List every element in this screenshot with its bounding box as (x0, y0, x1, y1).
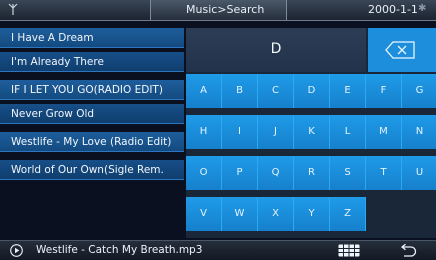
result-item[interactable]: I'm Already There (0, 52, 184, 72)
key-v[interactable]: V (186, 197, 222, 231)
key-e[interactable]: E (330, 74, 366, 108)
backspace-icon (385, 41, 415, 59)
key-s[interactable]: S (330, 156, 366, 190)
page-title: Music>Search (186, 3, 265, 16)
key-r[interactable]: R (294, 156, 330, 190)
bluetooth-icon: ✱ (418, 3, 427, 14)
key-f[interactable]: F (366, 74, 402, 108)
result-item[interactable]: Westlife - My Love (Radio Edit) (0, 132, 184, 152)
key-j[interactable]: J (258, 115, 294, 149)
date-display: 2000-1-1 (368, 3, 418, 16)
key-h[interactable]: H (186, 115, 222, 149)
result-item[interactable]: IF I LET YOU GO(RADIO EDIT) (0, 80, 184, 100)
key-t[interactable]: T (366, 156, 402, 190)
key-b[interactable]: B (222, 74, 258, 108)
key-x[interactable]: X (258, 197, 294, 231)
key-u[interactable]: U (402, 156, 436, 190)
antenna-icon (8, 3, 18, 15)
key-c[interactable]: C (258, 74, 294, 108)
key-p[interactable]: P (222, 156, 258, 190)
result-item[interactable]: I Have A Dream (0, 28, 184, 48)
backspace-button[interactable] (368, 28, 436, 72)
search-input[interactable]: D (186, 28, 366, 72)
key-y[interactable]: Y (294, 197, 330, 231)
back-icon[interactable] (398, 243, 418, 258)
result-item[interactable]: World of Our Own(Sigle Rem. (0, 160, 184, 180)
key-n[interactable]: N (402, 115, 436, 149)
search-input-value: D (270, 41, 282, 57)
key-a[interactable]: A (186, 74, 222, 108)
key-m[interactable]: M (366, 115, 402, 149)
now-playing-title: Westlife - Catch My Breath.mp3 (36, 244, 203, 256)
key-k[interactable]: K (294, 115, 330, 149)
player-bar: Westlife - Catch My Breath.mp3 (0, 240, 436, 260)
result-item[interactable]: Never Grow Old (0, 104, 184, 124)
key-q[interactable]: Q (258, 156, 294, 190)
key-g[interactable]: G (402, 74, 436, 108)
key-d[interactable]: D (294, 74, 330, 108)
key-o[interactable]: O (186, 156, 222, 190)
key-i[interactable]: I (222, 115, 258, 149)
key-l[interactable]: L (330, 115, 366, 149)
key-w[interactable]: W (222, 197, 258, 231)
status-bar: Music>Search 2000-1-1 ✱ (0, 0, 436, 21)
search-keyboard: D ABCDEFGHIJKLMNOPQRSTUVWXYZ (186, 28, 436, 238)
key-z[interactable]: Z (330, 197, 366, 231)
keyboard-icon[interactable] (338, 244, 360, 257)
play-icon[interactable] (10, 244, 23, 257)
